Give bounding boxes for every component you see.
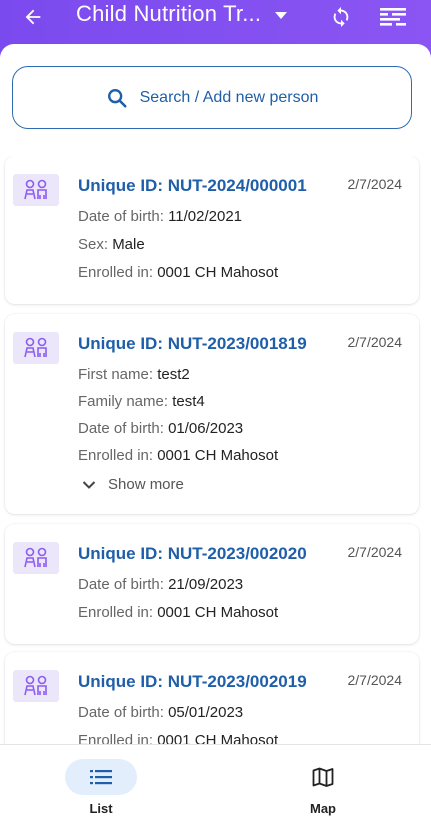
record-date: 2/7/2024 [347,176,403,192]
dropdown-caret-icon[interactable] [274,6,288,26]
show-more-button[interactable]: Show more [82,476,184,493]
record-date: 2/7/2024 [347,544,403,560]
children-icon [13,174,59,206]
field-row: Family name: test4 [78,393,205,410]
children-icon [13,542,59,574]
field-row: Date of birth: 21/09/2023 [78,576,244,593]
chevron-down-icon [82,480,96,489]
filter-list-icon[interactable] [377,4,409,30]
children-icon [13,670,59,702]
record-date: 2/7/2024 [347,334,403,350]
unique-id: Unique ID: NUT-2023/002020 [78,544,307,563]
field-row: Enrolled in: 0001 CH Mahosot [78,447,279,464]
unique-id: Unique ID: NUT-2023/002019 [78,672,307,691]
unique-id: Unique ID: NUT-2024/000001 [78,176,307,195]
field-row: First name: test2 [78,366,190,383]
field-row: Date of birth: 01/06/2023 [78,420,244,437]
tab-list[interactable]: List [56,759,146,819]
children-icon [13,332,59,364]
back-arrow-icon[interactable] [20,4,46,30]
field-row: Sex: Male [78,236,145,253]
map-icon [312,767,334,787]
field-row: Date of birth: 11/02/2021 [78,208,243,225]
list-icon [90,770,112,785]
record-date: 2/7/2024 [347,672,403,688]
record-card[interactable]: Unique ID: NUT-2024/000001 2/7/2024 Date… [5,156,419,304]
content-sheet: Search / Add new person Unique ID: NUT-2… [0,44,431,830]
tab-map[interactable]: Map [278,759,368,819]
field-row: Enrolled in: 0001 CH Mahosot [78,732,279,744]
program-title[interactable]: Child Nutrition Tr... [76,1,261,27]
unique-id: Unique ID: NUT-2023/001819 [78,334,307,353]
record-card[interactable]: Unique ID: NUT-2023/002019 2/7/2024 Date… [5,652,419,744]
records-list[interactable]: Unique ID: NUT-2024/000001 2/7/2024 Date… [0,156,431,744]
search-label: Search / Add new person [139,88,319,106]
search-add-person-button[interactable]: Search / Add new person [12,66,412,129]
record-card[interactable]: Unique ID: NUT-2023/001819 2/7/2024 Firs… [5,314,419,514]
tab-map-label: Map [310,801,336,816]
tab-list-label: List [89,801,113,816]
field-row: Date of birth: 05/01/2023 [78,704,244,721]
bottom-navigation: List Map [0,744,431,830]
field-row: Enrolled in: 0001 CH Mahosot [78,604,279,621]
search-icon [107,88,127,108]
sync-icon[interactable] [328,4,354,30]
field-row: Enrolled in: 0001 CH Mahosot [78,264,279,281]
record-card[interactable]: Unique ID: NUT-2023/002020 2/7/2024 Date… [5,524,419,644]
